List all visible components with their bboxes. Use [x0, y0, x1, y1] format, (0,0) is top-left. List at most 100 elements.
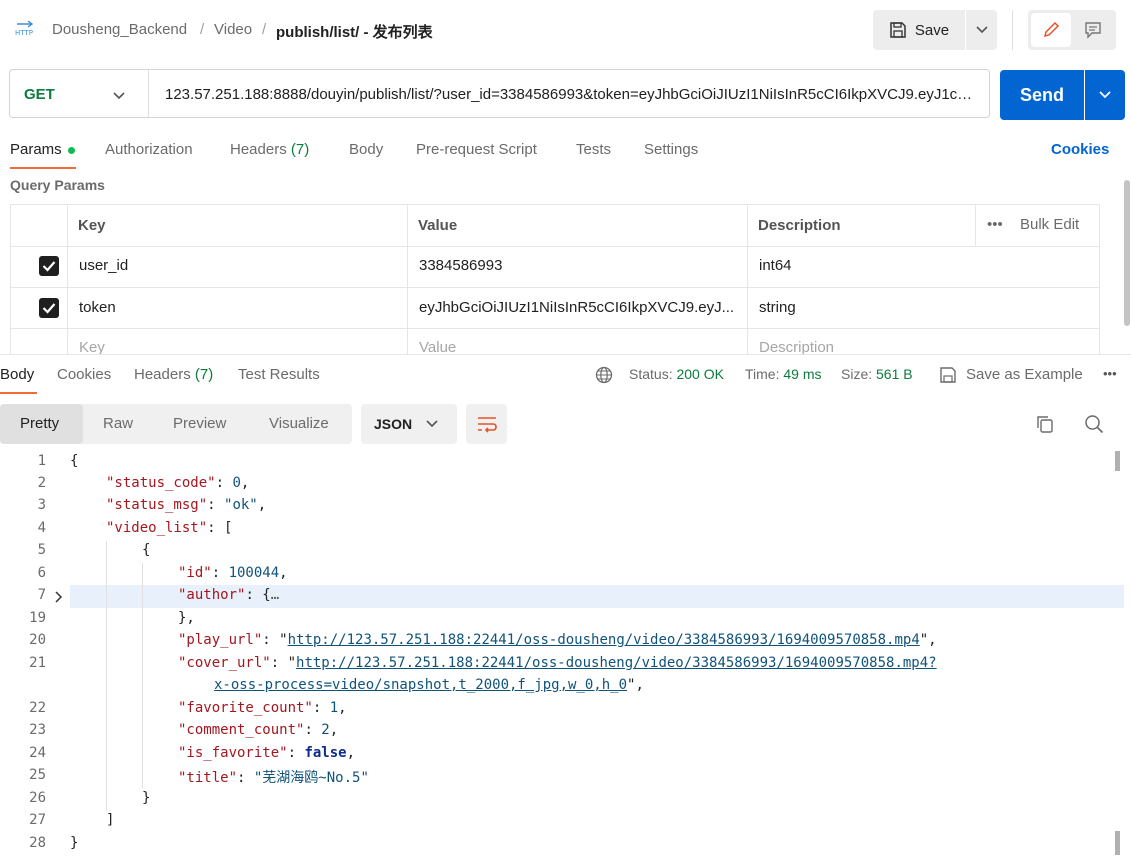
breadcrumb-workspace[interactable]: Dousheng_Backend — [52, 21, 187, 38]
divider — [148, 70, 149, 117]
scrollbar[interactable] — [1115, 451, 1120, 471]
time-value: 49 ms — [783, 366, 822, 382]
grid-line — [407, 204, 408, 354]
view-visualize[interactable]: Visualize — [269, 415, 329, 432]
line-number: 22 — [29, 700, 46, 716]
edit-mode-button[interactable] — [1031, 13, 1071, 47]
param-checkbox[interactable] — [39, 298, 59, 318]
active-tab-indicator — [10, 167, 76, 169]
code-line: "id": 100044, — [178, 565, 288, 581]
save-icon — [890, 22, 906, 38]
save-icon — [939, 366, 957, 389]
json-link[interactable]: x-oss-process=video/snapshot,t_2000,f_jp… — [214, 677, 627, 693]
chevron-down-icon[interactable] — [112, 88, 126, 106]
copy-icon[interactable] — [1035, 414, 1055, 439]
line-number: 24 — [29, 745, 46, 761]
comments-button[interactable] — [1073, 13, 1113, 47]
query-params-title: Query Params — [10, 177, 105, 193]
comment-icon — [1085, 22, 1101, 39]
line-number: 6 — [37, 565, 46, 581]
code-line: "status_code": 0, — [106, 475, 250, 491]
response-status[interactable]: Status: 200 OK — [629, 366, 724, 382]
send-button[interactable]: Send — [1000, 70, 1084, 120]
grid-line — [975, 204, 976, 246]
cookies-link[interactable]: Cookies — [1051, 141, 1109, 158]
checkmark-icon — [42, 261, 56, 272]
json-key: "cover_url" — [178, 655, 271, 671]
response-tab-test-results[interactable]: Test Results — [238, 366, 320, 383]
tab-settings[interactable]: Settings — [644, 141, 698, 158]
code-line: ] — [106, 812, 115, 828]
more-options-icon[interactable]: ••• — [987, 216, 1003, 233]
json-value: 0 — [232, 475, 241, 491]
tab-params[interactable]: Params — [10, 141, 62, 158]
view-raw[interactable]: Raw — [103, 415, 133, 432]
tab-pre-request-script[interactable]: Pre-request Script — [416, 141, 537, 158]
save-button[interactable]: Save — [873, 10, 965, 50]
send-dropdown-button[interactable] — [1085, 70, 1125, 120]
tab-body[interactable]: Body — [349, 141, 383, 158]
line-number: 20 — [29, 632, 46, 648]
size-value: 561 B — [876, 366, 913, 382]
json-link[interactable]: http://123.57.251.188:22441/oss-dousheng… — [288, 632, 920, 648]
json-value: 1 — [329, 700, 339, 716]
breadcrumb-folder[interactable]: Video — [214, 21, 252, 38]
param-value[interactable]: eyJhbGciOiJIUzI1NiIsInR5cCI6IkpXVCJ9.eyJ… — [419, 299, 743, 316]
tab-headers[interactable]: Headers (7) — [230, 141, 309, 158]
globe-icon[interactable] — [595, 366, 613, 389]
param-checkbox[interactable] — [39, 256, 59, 276]
request-title[interactable]: publish/list/ - 发布列表 — [276, 21, 433, 42]
line-number: 2 — [37, 475, 46, 491]
method-select[interactable]: GET — [24, 86, 55, 103]
code-line[interactable]: "author": {… — [178, 587, 279, 603]
param-key[interactable]: user_id — [79, 257, 399, 274]
tab-count: (7) — [290, 141, 310, 158]
word-wrap-button[interactable] — [466, 404, 507, 444]
line-number: 28 — [29, 835, 46, 851]
tab-authorization[interactable]: Authorization — [105, 141, 193, 158]
time-label: Time: — [745, 366, 780, 382]
json-value: false — [304, 745, 347, 761]
save-dropdown-button[interactable] — [966, 10, 997, 50]
url-input[interactable]: 123.57.251.188:8888/douyin/publish/list/… — [165, 86, 975, 103]
json-link[interactable]: http://123.57.251.188:22441/oss-dousheng… — [296, 655, 937, 671]
param-value[interactable]: 3384586993 — [419, 257, 739, 274]
json-key: "status_msg" — [106, 497, 208, 513]
param-description[interactable]: int64 — [759, 257, 1079, 274]
view-pretty[interactable]: Pretty — [20, 415, 59, 432]
json-key: "is_favorite" — [178, 745, 288, 761]
code-line: "comment_count": 2, — [178, 722, 339, 738]
grid-line — [10, 246, 1100, 247]
line-number: 1 — [37, 453, 46, 469]
scrollbar[interactable] — [1124, 180, 1130, 326]
format-select[interactable]: JSON — [361, 404, 457, 444]
fold-chevron-right-icon[interactable] — [54, 590, 64, 609]
save-as-example-button[interactable]: Save as Example — [966, 366, 1083, 383]
response-time[interactable]: Time: 49 ms — [745, 366, 822, 382]
breadcrumb-separator: / — [200, 21, 205, 38]
more-options-icon[interactable]: ••• — [1103, 366, 1117, 381]
response-tab-cookies[interactable]: Cookies — [57, 366, 111, 383]
param-description[interactable]: string — [759, 299, 1079, 316]
response-tab-body[interactable]: Body — [0, 366, 34, 383]
response-size[interactable]: Size: 561 B — [841, 366, 913, 382]
json-value: 100044 — [228, 565, 280, 581]
bulk-edit-button[interactable]: Bulk Edit — [1020, 216, 1079, 233]
code-line: x-oss-process=video/snapshot,t_2000,f_jp… — [214, 677, 644, 693]
divider — [0, 354, 1131, 364]
code-line: { — [70, 453, 79, 469]
scrollbar[interactable] — [1115, 831, 1120, 855]
view-preview[interactable]: Preview — [173, 415, 226, 432]
code-line: "is_favorite": false, — [178, 745, 356, 761]
divider — [0, 354, 1131, 355]
checkmark-icon — [42, 303, 56, 314]
code-line: "favorite_count": 1, — [178, 700, 347, 716]
tab-tests[interactable]: Tests — [576, 141, 611, 158]
search-icon[interactable] — [1084, 414, 1104, 439]
indent-guide — [106, 541, 107, 811]
save-label: Save — [914, 21, 950, 39]
response-tab-headers[interactable]: Headers (7) — [134, 366, 213, 383]
param-key[interactable]: token — [79, 299, 399, 316]
json-key: "title" — [178, 770, 238, 786]
tab-label: Headers — [134, 366, 191, 383]
